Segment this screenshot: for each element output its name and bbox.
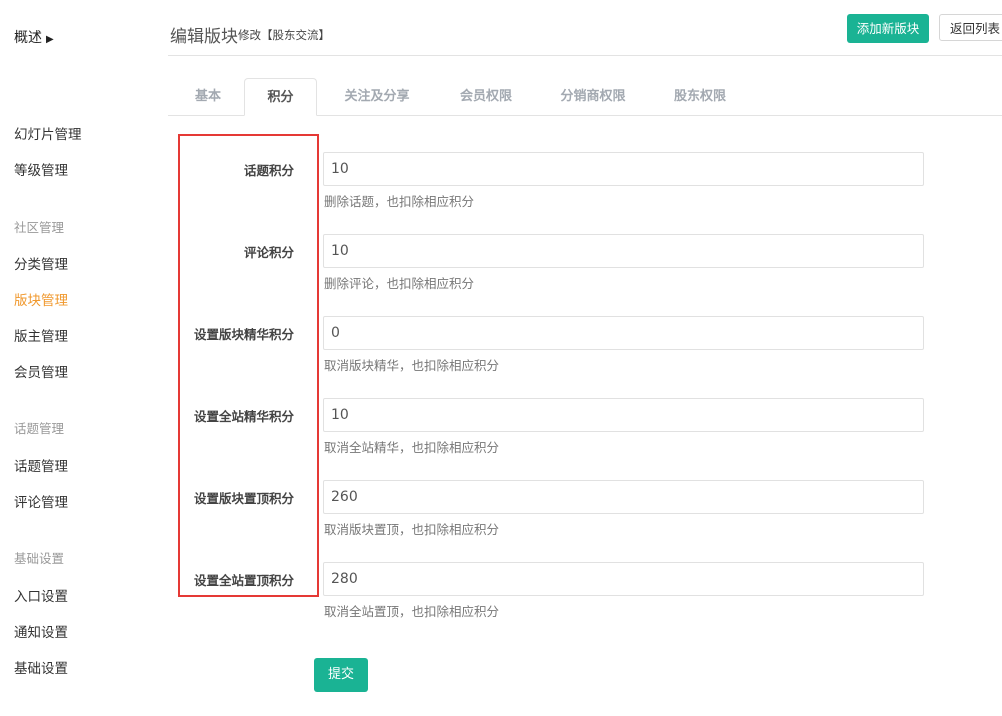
field-label-site-essence-points: 设置全站精华积分 — [193, 409, 294, 424]
tab-follow-share[interactable]: 关注及分享 — [332, 78, 422, 115]
comment-points-input[interactable] — [323, 234, 924, 268]
field-help-board-top-points: 取消版块置顶，也扣除相应积分 — [324, 522, 500, 537]
board-essence-points-input[interactable] — [323, 316, 924, 350]
field-label-board-essence-points: 设置版块精华积分 — [193, 327, 294, 342]
sidebar-group-topics: 话题管理 — [14, 421, 65, 436]
submit-button[interactable]: 提交 — [314, 658, 368, 692]
site-essence-points-input[interactable] — [323, 398, 924, 432]
highlight-box — [178, 134, 319, 597]
sidebar-item-basic[interactable]: 基础设置 — [14, 657, 68, 677]
sidebar-item-slides[interactable]: 幻灯片管理 — [14, 123, 82, 143]
sidebar-item-boards[interactable]: 版块管理 — [14, 289, 68, 309]
sidebar-item-topics[interactable]: 话题管理 — [14, 455, 68, 475]
sidebar-item-entry[interactable]: 入口设置 — [14, 585, 68, 605]
topic-points-input[interactable] — [323, 152, 924, 186]
tab-points[interactable]: 积分 — [244, 78, 317, 116]
field-label-topic-points: 话题积分 — [243, 163, 294, 178]
page-subtitle: 修改【股东交流】 — [238, 28, 330, 42]
sidebar-item-comments[interactable]: 评论管理 — [14, 491, 68, 511]
header-divider — [168, 55, 1002, 56]
sidebar: 概述 ▶ 幻灯片管理 等级管理 社区管理 分类管理 版块管理 版主管理 会员管理 … — [0, 0, 150, 716]
field-help-topic-points: 删除话题，也扣除相应积分 — [324, 194, 475, 209]
caret-right-icon: ▶ — [46, 34, 54, 45]
tab-shareholder-permissions[interactable]: 股东权限 — [660, 78, 740, 115]
sidebar-item-levels[interactable]: 等级管理 — [14, 159, 68, 179]
sidebar-item-notify[interactable]: 通知设置 — [14, 621, 68, 641]
sidebar-group-basic: 基础设置 — [14, 551, 65, 566]
page-title: 编辑版块 — [170, 27, 238, 47]
field-help-board-essence-points: 取消版块精华，也扣除相应积分 — [324, 358, 500, 373]
field-help-site-top-points: 取消全站置顶，也扣除相应积分 — [324, 604, 500, 619]
tab-distributor-permissions[interactable]: 分销商权限 — [550, 78, 636, 115]
sidebar-item-moderators[interactable]: 版主管理 — [14, 325, 68, 345]
add-board-button[interactable]: 添加新版块 — [847, 14, 929, 43]
sidebar-item-members[interactable]: 会员管理 — [14, 361, 68, 381]
sidebar-group-community: 社区管理 — [14, 220, 65, 235]
field-help-site-essence-points: 取消全站精华，也扣除相应积分 — [324, 440, 500, 455]
board-top-points-input[interactable] — [323, 480, 924, 514]
field-label-comment-points: 评论积分 — [243, 245, 294, 260]
sidebar-item-categories[interactable]: 分类管理 — [14, 253, 68, 273]
tab-basic[interactable]: 基本 — [180, 78, 236, 115]
sidebar-overview[interactable]: 概述 ▶ — [14, 27, 54, 47]
back-to-list-button[interactable]: 返回列表 — [939, 14, 1002, 41]
field-label-board-top-points: 设置版块置顶积分 — [193, 491, 294, 506]
tab-member-permissions[interactable]: 会员权限 — [446, 78, 526, 115]
field-label-site-top-points: 设置全站置顶积分 — [193, 573, 294, 588]
field-help-comment-points: 删除评论，也扣除相应积分 — [324, 276, 475, 291]
sidebar-overview-label: 概述 — [14, 30, 42, 46]
site-top-points-input[interactable] — [323, 562, 924, 596]
